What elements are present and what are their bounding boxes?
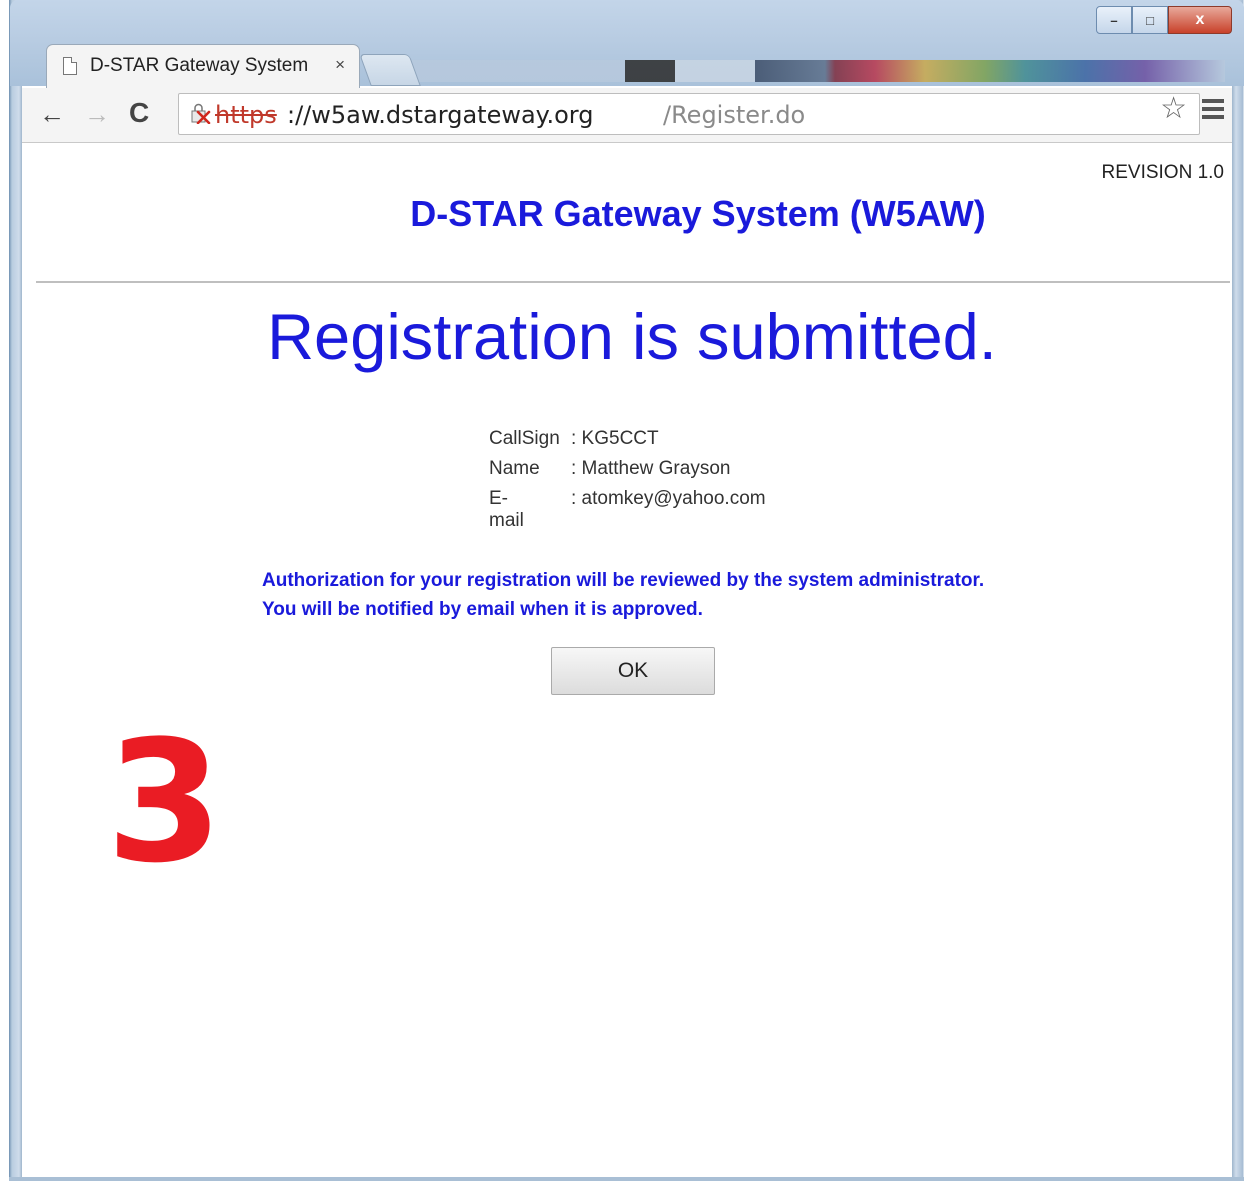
callsign-label: CallSign bbox=[489, 428, 560, 449]
reload-icon[interactable]: C bbox=[129, 97, 149, 129]
browser-window: – □ x D-STAR Gateway System × ← → C http… bbox=[0, 0, 1246, 1181]
page-icon bbox=[63, 57, 77, 75]
notice-line-2: You will be notified by email when it is… bbox=[262, 599, 703, 620]
name-label: Name bbox=[489, 458, 540, 479]
back-arrow-icon[interactable]: ← bbox=[39, 99, 65, 130]
page-headline: Registration is submitted. bbox=[267, 300, 997, 373]
name-value: : Matthew Grayson bbox=[571, 458, 731, 479]
window-right-border bbox=[1232, 0, 1246, 1181]
window-left-border bbox=[0, 0, 22, 1181]
step-number-annotation: 3 bbox=[106, 704, 223, 900]
tab-d-star-gateway[interactable]: D-STAR Gateway System × bbox=[46, 44, 360, 89]
insecure-lock-icon[interactable] bbox=[189, 102, 211, 124]
background-desktop-strip bbox=[405, 60, 1225, 82]
callsign-value: : KG5CCT bbox=[571, 428, 659, 449]
notice-line-1: Authorization for your registration will… bbox=[262, 570, 985, 591]
ok-button[interactable]: OK bbox=[551, 647, 715, 695]
email-value: : atomkey@yahoo.com bbox=[571, 488, 766, 509]
revision-label: REVISION 1.0 bbox=[1101, 162, 1225, 183]
bookmark-star-icon[interactable]: ☆ bbox=[1160, 91, 1187, 126]
window-controls: – □ x bbox=[1096, 6, 1232, 36]
approval-notice: Authorization for your registration will… bbox=[262, 566, 984, 624]
forward-arrow-icon[interactable]: → bbox=[84, 99, 110, 130]
menu-icon[interactable] bbox=[1202, 99, 1224, 123]
tab-title: D-STAR Gateway System bbox=[90, 55, 309, 76]
address-bar[interactable]: https ://w5aw.dstargateway.org /Register… bbox=[178, 93, 1200, 135]
url-host: ://w5aw.dstargateway.org bbox=[287, 101, 594, 129]
browser-toolbar: ← → C https ://w5aw.dstargateway.org /Re… bbox=[22, 88, 1232, 143]
url-path: /Register.do bbox=[663, 101, 806, 129]
divider bbox=[36, 281, 1230, 283]
minimize-button[interactable]: – bbox=[1096, 6, 1132, 34]
title-bar[interactable]: – □ x D-STAR Gateway System × bbox=[10, 0, 1244, 89]
url-scheme: https bbox=[215, 101, 277, 129]
window-bottom-border bbox=[9, 1177, 1244, 1181]
close-window-button[interactable]: x bbox=[1168, 6, 1232, 34]
maximize-button[interactable]: □ bbox=[1132, 6, 1168, 34]
site-title: D-STAR Gateway System (W5AW) bbox=[410, 193, 986, 234]
email-label: E-mail bbox=[489, 488, 524, 531]
new-tab-button[interactable] bbox=[359, 54, 421, 86]
close-tab-icon[interactable]: × bbox=[335, 55, 345, 75]
